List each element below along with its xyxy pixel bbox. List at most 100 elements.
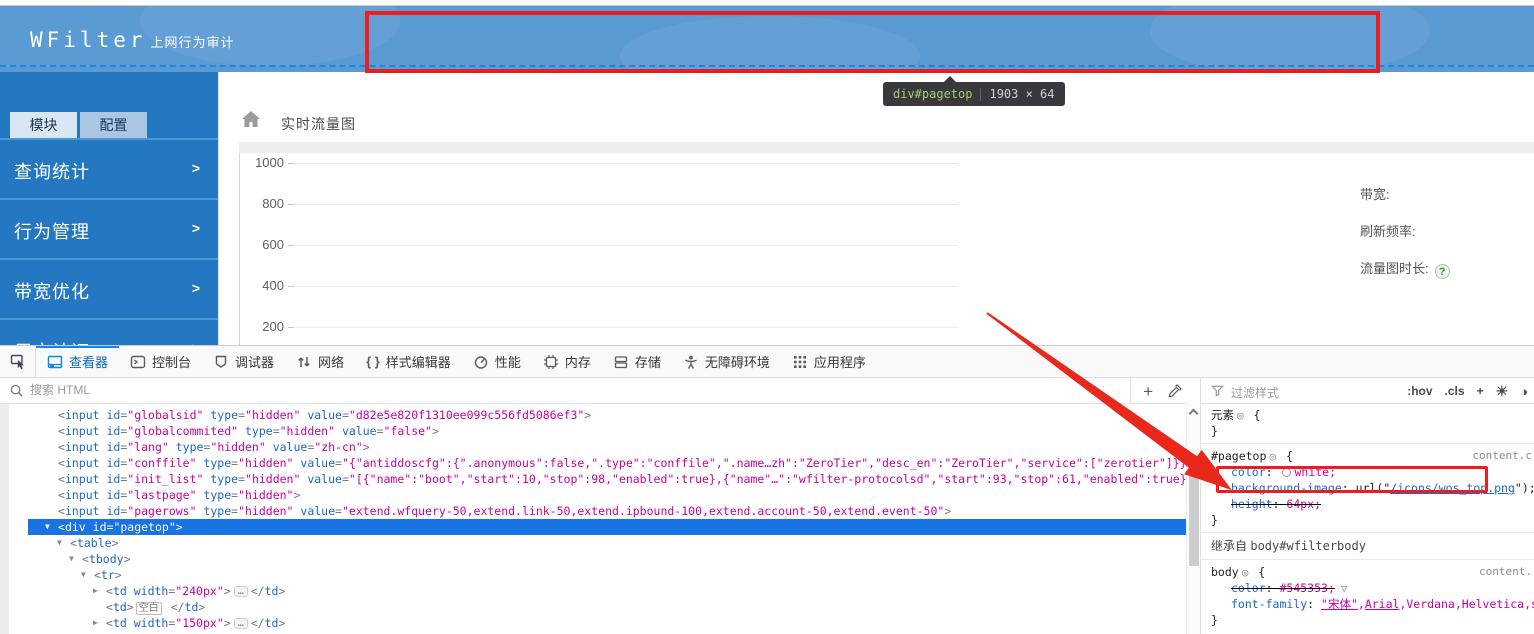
css-declaration-height[interactable]: height: 64px; xyxy=(1211,496,1534,512)
filter-styles-placeholder[interactable]: 过滤样式 xyxy=(1231,384,1279,401)
markup-node-selected[interactable]: ▼<div id="pagetop"> xyxy=(28,519,1186,535)
markup-scrollbar[interactable] xyxy=(1186,404,1200,634)
rule-selector[interactable]: body xyxy=(1211,565,1239,579)
devtools-tab-查看器[interactable]: 查看器 xyxy=(36,346,119,377)
markup-node[interactable]: <input id="lang" type="hidden" value="zh… xyxy=(0,439,1186,455)
devtools-tab-内存[interactable]: 内存 xyxy=(532,346,602,377)
devtools-tab-应用程序[interactable]: 应用程序 xyxy=(781,346,877,377)
chevron-right-icon: > xyxy=(192,220,200,236)
scroll-up-icon[interactable] xyxy=(1189,409,1199,419)
devtools-tab-label: 调试器 xyxy=(235,352,274,371)
help-icon[interactable]: ? xyxy=(1435,264,1450,279)
expanded-twisty-icon[interactable]: ▼ xyxy=(81,567,86,583)
class-panel-button[interactable]: .cls xyxy=(1445,384,1465,398)
eyedropper-icon[interactable] xyxy=(1167,384,1182,399)
css-declaration-color[interactable]: color: #545353;▽ xyxy=(1211,580,1534,596)
tab-config[interactable]: 配置 xyxy=(80,112,147,138)
sidebar-item-label: 带宽优化 xyxy=(14,278,90,304)
ellipsis-expander[interactable]: … xyxy=(234,618,248,629)
markup-node[interactable]: <input id="init_list" type="hidden" valu… xyxy=(0,471,1186,487)
search-icon xyxy=(9,383,24,398)
devtools-tab-调试器[interactable]: 调试器 xyxy=(202,346,285,377)
devtools-tab-网络[interactable]: 网络 xyxy=(285,346,355,377)
code-token: value xyxy=(293,504,335,518)
wfilter-app-with-devtools: { "app": { "brand": "WFilter", "brand_su… xyxy=(0,0,1534,634)
code-token: < xyxy=(70,536,77,550)
code-token: = xyxy=(335,456,342,470)
code-token: "hidden" xyxy=(238,456,293,470)
markup-node[interactable]: <input id="globalsid" type="hidden" valu… xyxy=(0,407,1186,423)
infobar-dimensions: 1903 × 64 xyxy=(989,87,1054,101)
highlight-target-icon[interactable]: ◎ xyxy=(1269,450,1276,463)
tab-modules[interactable]: 模块 xyxy=(10,112,77,138)
overridden-filter-icon[interactable]: ▽ xyxy=(1341,582,1348,595)
code-token: < xyxy=(106,600,113,614)
pseudo-class-button[interactable]: :hov xyxy=(1407,384,1432,398)
home-icon[interactable] xyxy=(241,110,261,128)
add-node-button[interactable]: + xyxy=(1143,383,1153,400)
code-token: td xyxy=(265,584,279,598)
highlight-target-icon[interactable]: ◎ xyxy=(1237,409,1244,422)
collapsed-twisty-icon[interactable]: ▶ xyxy=(93,583,98,599)
devtools-tab-无障碍环境[interactable]: 无障碍环境 xyxy=(672,346,781,377)
search-html-input[interactable] xyxy=(30,380,830,400)
devtools-tab-控制台[interactable]: 控制台 xyxy=(119,346,202,377)
storage-icon xyxy=(613,354,629,370)
expanded-twisty-icon[interactable]: ▼ xyxy=(57,535,62,551)
expanded-twisty-icon[interactable]: ▼ xyxy=(69,551,74,567)
markup-node[interactable]: ▼<tbody> xyxy=(0,551,1186,567)
code-token: input xyxy=(65,440,100,454)
sidebar-item-用户认证[interactable]: 用户认证> xyxy=(0,318,218,345)
code-token: "[{"name":"boot","start":10,"stop":98,"e… xyxy=(349,472,1186,486)
collapsed-twisty-icon[interactable]: ▶ xyxy=(93,615,98,631)
code-token: "false" xyxy=(384,424,432,438)
devtools-tab-性能[interactable]: 性能 xyxy=(462,346,532,377)
font-link[interactable]: Arial xyxy=(1365,597,1400,611)
code-token xyxy=(164,600,171,614)
code-token: td xyxy=(113,616,127,630)
stylesheet-source-link[interactable]: content. xyxy=(1479,564,1532,580)
node-picker-button[interactable] xyxy=(0,346,36,377)
code-token: > xyxy=(198,600,205,614)
code-token: "lang" xyxy=(127,440,169,454)
scrollbar-thumb[interactable] xyxy=(1189,456,1199,566)
stylesheet-source-link[interactable]: content.c xyxy=(1472,448,1532,464)
code-token: type xyxy=(197,488,232,502)
markup-node[interactable]: <input id="conffile" type="hidden" value… xyxy=(0,455,1186,471)
code-token: type xyxy=(238,424,273,438)
inherited-selector[interactable]: body#wfilterbody xyxy=(1250,539,1366,553)
markup-node[interactable]: <input id="globalcommited" type="hidden"… xyxy=(0,423,1186,439)
light-mode-icon[interactable]: ☀ xyxy=(1496,383,1509,400)
markup-node[interactable]: <input id="lastpage" type="hidden"> xyxy=(0,487,1186,503)
ellipsis-expander[interactable]: … xyxy=(234,586,248,597)
markup-node[interactable]: ▶<td width="150px">…</td> xyxy=(0,615,1186,631)
markup-node[interactable]: <input id="pagerows" type="hidden" value… xyxy=(0,503,1186,519)
markup-node[interactable]: ▶<td width="240px">…</td> xyxy=(0,583,1186,599)
expanded-twisty-icon[interactable]: ▼ xyxy=(45,519,50,535)
sidebar-item-查询统计[interactable]: 查询统计> xyxy=(0,138,218,198)
rule-selector[interactable]: #pagetop xyxy=(1211,449,1266,463)
code-token: > xyxy=(584,408,591,422)
css-declaration-font-family[interactable]: font-family: "宋体",Arial,Verdana,Helvetic… xyxy=(1211,596,1534,612)
code-token: > xyxy=(944,504,951,518)
code-token: "150px" xyxy=(175,616,223,630)
markup-node[interactable]: ▼<table> xyxy=(0,535,1186,551)
devtools-tab-存储[interactable]: 存储 xyxy=(602,346,672,377)
code-token: < xyxy=(58,520,65,534)
font-link[interactable]: "宋体" xyxy=(1321,597,1358,611)
markup-node[interactable]: <td>空白 </td> xyxy=(0,599,1186,615)
rule-selector[interactable]: 元素 xyxy=(1211,408,1234,422)
highlight-target-icon[interactable]: ◎ xyxy=(1242,566,1249,579)
code-token: = xyxy=(273,424,280,438)
markup-node[interactable]: ▼<tr> xyxy=(0,567,1186,583)
code-token: value xyxy=(266,440,308,454)
code-token: tbody xyxy=(89,552,124,566)
code-token: > xyxy=(127,600,134,614)
devtools-tab-样式编辑器[interactable]: { }样式编辑器 xyxy=(355,346,462,377)
code-token: "init_list" xyxy=(127,472,203,486)
devtools-toolbar: 查看器控制台 调试器网络{ }样式编辑器性能内存存储无障碍环境应用程序 xyxy=(0,346,1534,378)
add-rule-button[interactable]: + xyxy=(1477,384,1484,398)
print-simulation-icon[interactable]: ◑ xyxy=(1520,384,1528,399)
sidebar-item-行为管理[interactable]: 行为管理> xyxy=(0,198,218,258)
sidebar-item-带宽优化[interactable]: 带宽优化> xyxy=(0,258,218,318)
